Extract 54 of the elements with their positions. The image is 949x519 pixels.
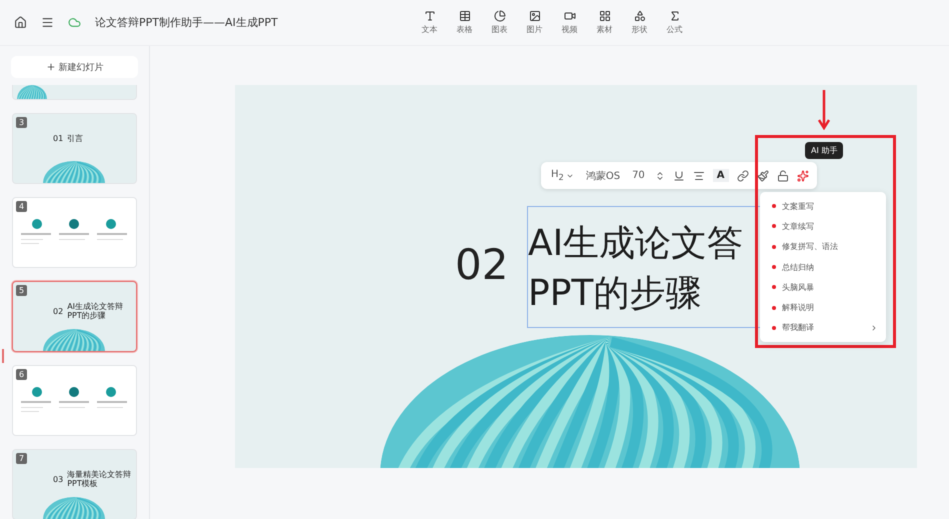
slide-number: 3 [16,117,28,128]
slide-number: 4 [16,201,28,212]
video-icon [564,10,576,22]
home-icon[interactable] [14,16,27,29]
new-slide-button[interactable]: 新建幻灯片 [11,56,138,78]
slide-index: 02 [53,306,64,316]
image-icon [528,10,540,22]
slide-number: 7 [16,453,28,464]
toolbar-button[interactable]: 图表 [489,10,510,35]
heading-dropdown[interactable]: H$_{2}$ [549,167,576,184]
font-size-field[interactable]: 70 [630,168,647,183]
sigma-icon [668,10,680,22]
toolbar-button[interactable]: 形状 [629,10,650,35]
toolbar-button[interactable]: 公式 [664,10,685,35]
document-title: 论文答辩PPT制作助手——AI生成PPT [95,15,278,30]
slide-title: AI生成论文答辩 PPT的步骤 [67,302,124,320]
toolbar-button[interactable]: 文本 [419,10,440,35]
slide-title: AI生成论文答 PPT的步骤 [528,222,744,316]
arrow-icon [818,90,830,130]
slide-thumbnail[interactable]: 6 [12,365,137,436]
slide-number: 6 [16,369,28,380]
underline-icon[interactable] [672,170,685,182]
slide-title: 引言 [67,134,84,143]
plus-icon [46,62,56,72]
toolbar-button[interactable]: 视频 [559,10,580,35]
slide-index: 01 [53,134,64,143]
font-dropdown[interactable]: 鸿蒙OS [584,166,622,184]
slide-index: 02 [455,240,508,289]
menu-icon[interactable] [41,16,54,29]
shapes-icon [634,10,646,22]
selection-marker [2,349,4,363]
slide-index: 03 [53,474,64,484]
chevron-icon [870,324,878,332]
slide-title: 海量精美论文答辩 PPT模板 [67,470,132,488]
slide-thumbnail[interactable]: 3 01 引言 [12,113,137,184]
stepper-icon[interactable] [654,170,665,180]
paintbrush-icon[interactable] [756,170,769,182]
toolbar-button[interactable]: 表格 [454,10,475,35]
table-icon [458,10,470,22]
slide-thumbnail[interactable]: 4 [12,197,137,268]
toolbar-button[interactable]: 图片 [524,10,545,35]
text-icon [424,10,436,22]
slide-number: 5 [16,285,28,296]
cloud-icon [68,16,81,29]
pie-chart-icon [494,10,506,22]
link-icon[interactable] [736,170,749,182]
toolbar-button[interactable]: 素材 [594,10,615,35]
align-icon[interactable] [692,170,705,182]
tooltip: AI 助手 [805,142,844,159]
sphere-drawing [43,497,105,519]
unlock-icon[interactable] [776,170,789,182]
grid-icon [598,10,610,22]
text-color-button[interactable]: A [712,169,729,182]
sphere-drawing [17,85,47,99]
